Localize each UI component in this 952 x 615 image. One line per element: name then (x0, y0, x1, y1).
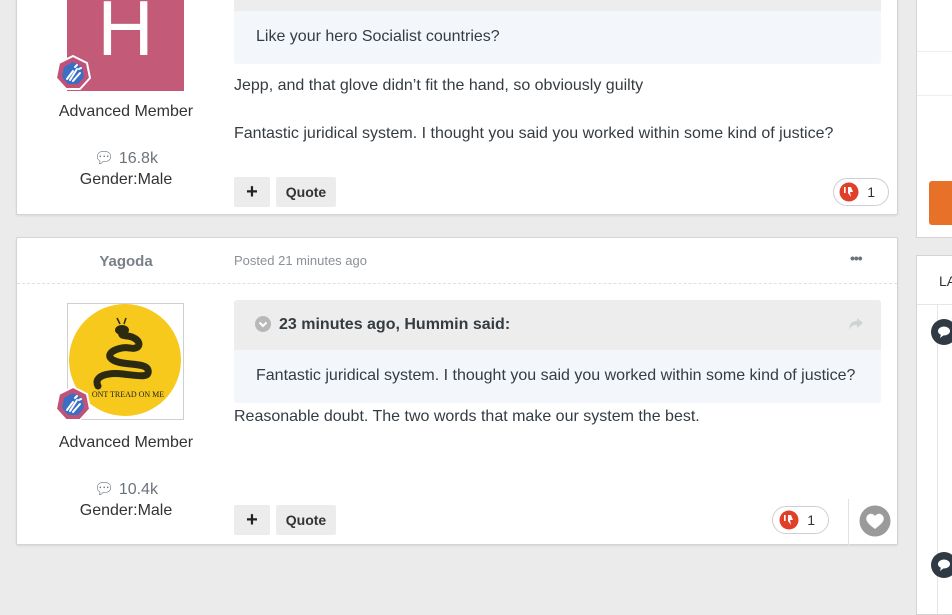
quote-button[interactable]: Quote (276, 505, 336, 535)
sidebar-button[interactable] (929, 181, 952, 225)
multiquote-button[interactable]: + (234, 505, 270, 535)
divider (917, 304, 952, 305)
avatar-caption: ONT TREAD ON ME (92, 390, 164, 399)
reaction-summary[interactable]: 1 (833, 178, 889, 206)
quote-block: 23 minutes ago, Hummin said: Fantastic j… (234, 300, 881, 403)
reaction-summary[interactable]: 1 (772, 506, 829, 534)
post-card: H Advanced Member 💬︎ 16.8k Gender:Male L… (16, 0, 898, 215)
quote-citation[interactable]: 23 minutes ago, Hummin said: (279, 316, 510, 334)
post-text-line: Jepp, and that glove didn’t fit the hand… (234, 77, 644, 94)
sidebar-widget (916, 0, 952, 238)
share-arrow-icon[interactable] (848, 317, 864, 331)
quote-block: Like your hero Socialist countries? (234, 0, 881, 64)
thumbs-down-icon (779, 510, 799, 530)
comment-bubble-icon (931, 319, 952, 345)
quote-body: Like your hero Socialist countries? (256, 28, 500, 45)
multiquote-button[interactable]: + (234, 177, 270, 207)
divider (17, 283, 897, 284)
post-text: Reasonable doubt. The two words that mak… (234, 408, 700, 425)
post-count[interactable]: 💬︎ 10.4k (17, 479, 235, 499)
author-rank: Advanced Member (58, 103, 194, 120)
collapse-chevron-icon[interactable] (255, 316, 271, 332)
comment-bubble-icon (931, 552, 952, 578)
sidebar-widget: LA (916, 255, 952, 615)
heart-react-icon[interactable] (859, 505, 891, 537)
author-name[interactable]: Yagoda (17, 253, 235, 270)
quote-header (234, 0, 881, 11)
reaction-count: 1 (867, 184, 875, 200)
post-count[interactable]: 💬︎ 16.8k (17, 148, 235, 168)
divider (917, 95, 952, 96)
author-gender: Gender:Male (79, 502, 173, 519)
post-card: Yagoda Posted 21 minutes ago ••• ONT TRE… (16, 237, 898, 545)
post-text-line: Fantastic juridical system. I thought yo… (234, 125, 834, 142)
quote-header: 23 minutes ago, Hummin said: (234, 300, 881, 350)
post-date[interactable]: Posted 21 minutes ago (234, 253, 367, 268)
rank-badge-icon (54, 54, 92, 90)
quote-body: Fantastic juridical system. I thought yo… (256, 367, 856, 384)
comment-icon: 💬︎ (94, 481, 115, 498)
sidebar-heading: LA (939, 273, 952, 289)
author-rank: Advanced Member (58, 434, 194, 451)
rank-badge-icon (54, 385, 92, 421)
comment-icon: 💬︎ (94, 150, 115, 167)
divider (848, 499, 849, 545)
post-menu-icon[interactable]: ••• (850, 250, 863, 266)
thumbs-down-icon (839, 182, 859, 202)
quote-button[interactable]: Quote (276, 177, 336, 207)
reaction-count: 1 (807, 512, 815, 528)
author-gender: Gender:Male (79, 171, 173, 188)
divider (917, 51, 952, 52)
